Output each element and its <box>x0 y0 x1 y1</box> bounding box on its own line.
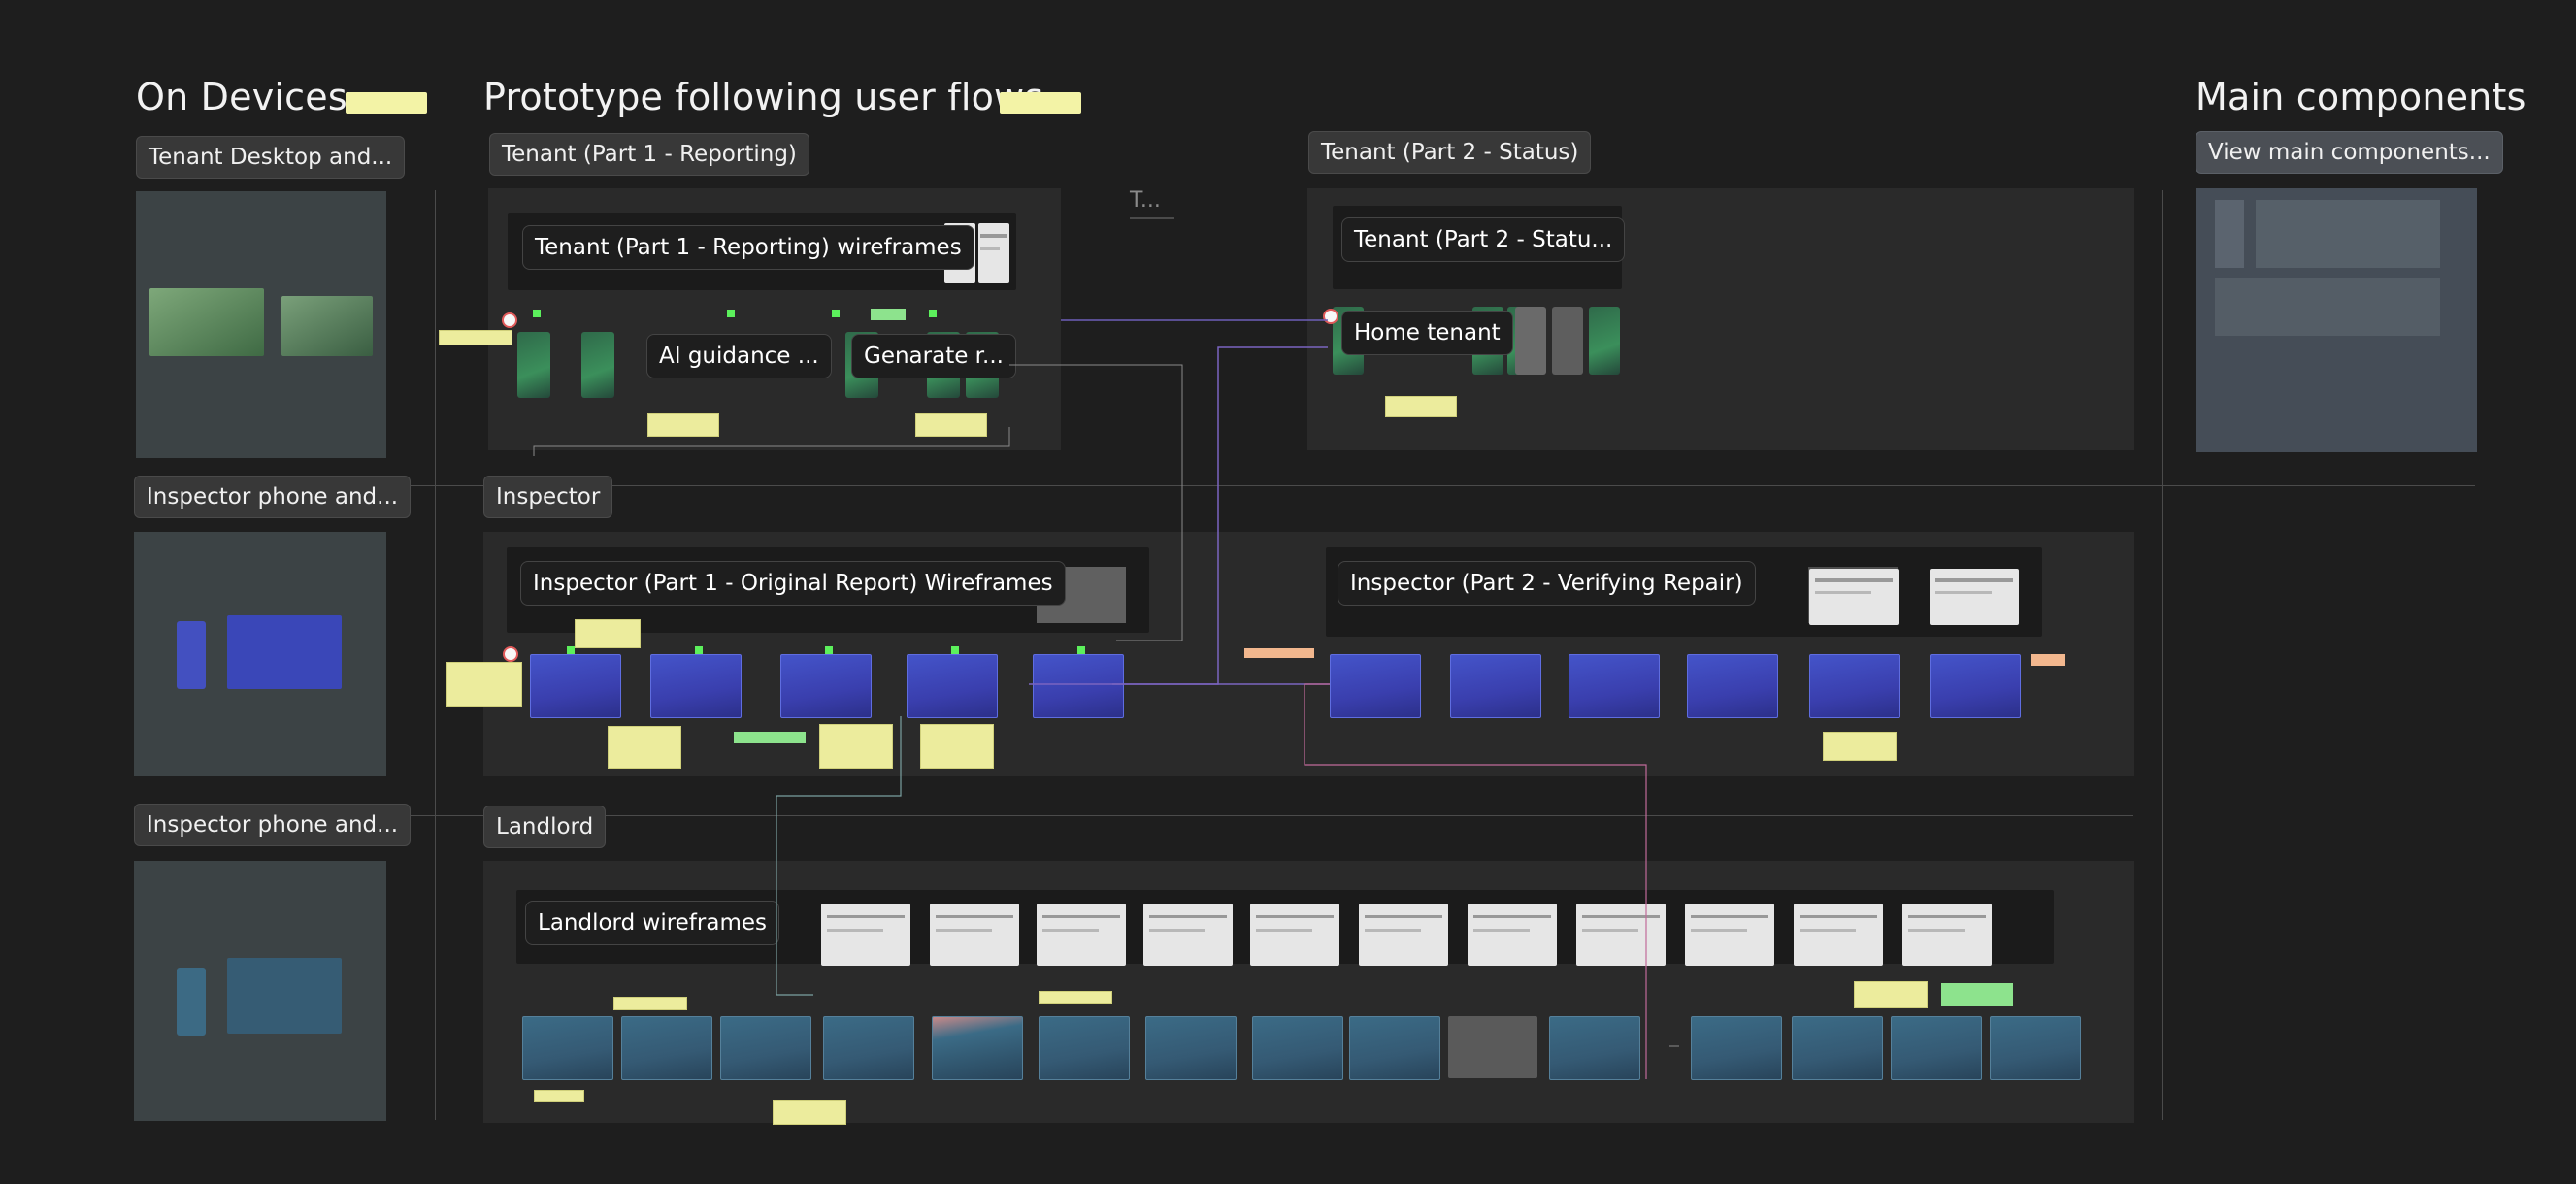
flow-connector <box>1112 346 1328 685</box>
flow-connector <box>1009 364 1183 641</box>
flow-connector <box>776 716 902 996</box>
flow-connector <box>1304 683 1647 1079</box>
flow-connector <box>533 427 1010 456</box>
prototype-connections <box>533 319 1679 1079</box>
